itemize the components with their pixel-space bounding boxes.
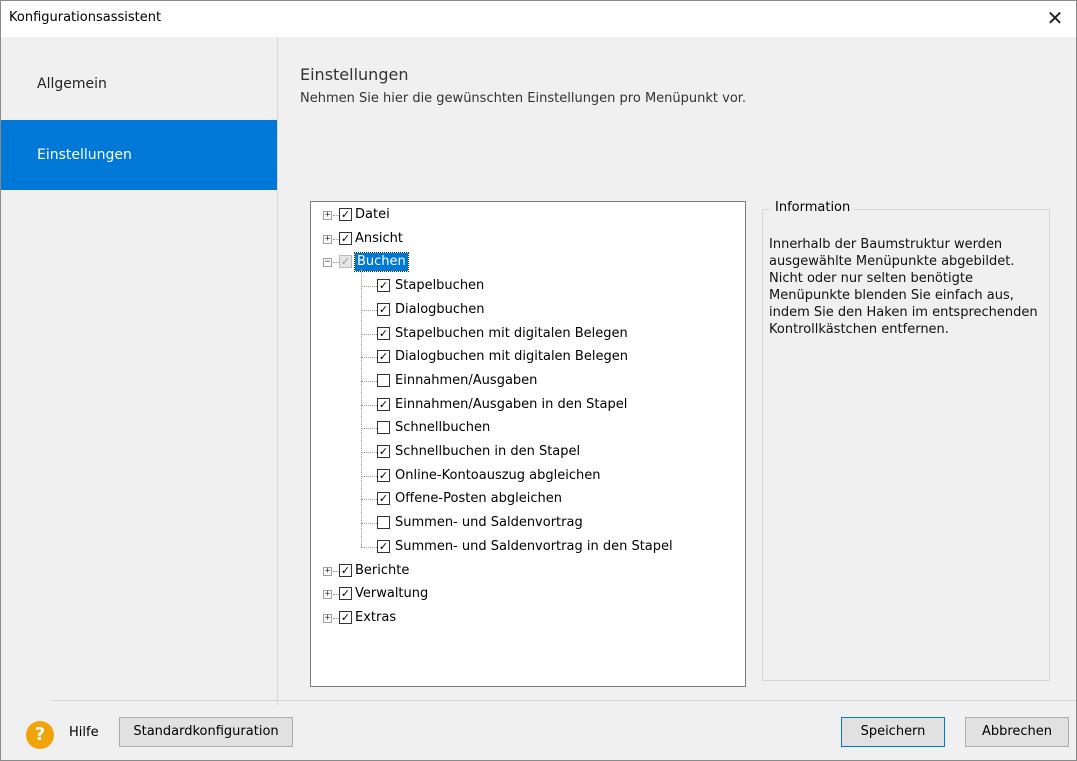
content-panel: Einstellungen Nehmen Sie hier die gewüns…: [278, 37, 1076, 706]
sidebar-item-allgemein[interactable]: Allgemein: [1, 49, 277, 119]
tree-node-label[interactable]: Dialogbuchen: [395, 299, 485, 321]
tree-node-checkbox[interactable]: ✓: [377, 302, 390, 316]
tree-connector: [361, 452, 377, 453]
tree-child-node[interactable]: ✓ Stapelbuchen mit digitalen Belegen: [311, 323, 741, 345]
information-group: Information Innerhalb der Baumstruktur w…: [762, 200, 1050, 681]
tree-node-checkbox[interactable]: ✓: [377, 468, 390, 482]
tree-node-label[interactable]: Schnellbuchen: [395, 417, 490, 439]
tree-node-checkbox[interactable]: ✓: [377, 397, 390, 411]
tree-node-label[interactable]: Offene-Posten abgleichen: [395, 488, 562, 510]
tree-connector: [361, 357, 377, 359]
cancel-button[interactable]: Abbrechen: [965, 717, 1069, 747]
tree-node-label[interactable]: Einnahmen/Ausgaben in den Stapel: [395, 394, 627, 416]
tree-node[interactable]: + ✓ Datei: [311, 204, 741, 226]
tree-node-checkbox[interactable]: ✓: [339, 208, 352, 221]
tree-child-node[interactable]: Summen- und Saldenvortrag: [311, 512, 741, 534]
help-icon[interactable]: ?: [26, 721, 54, 749]
tree-node-checkbox[interactable]: ✓: [377, 350, 390, 364]
tree-node-checkbox[interactable]: ✓: [377, 279, 390, 293]
tree-node-label[interactable]: Summen- und Saldenvortrag in den Stapel: [395, 536, 673, 558]
information-text: Innerhalb der Baumstruktur werden ausgew…: [769, 237, 1038, 337]
tree-node-label[interactable]: Stapelbuchen mit digitalen Belegen: [395, 323, 628, 345]
save-button[interactable]: Speichern: [841, 717, 945, 747]
window-title: Konfigurationsassistent: [9, 10, 162, 25]
tree-child-node[interactable]: Schnellbuchen: [311, 417, 741, 439]
tree-connector: [361, 475, 377, 477]
tree-node-label[interactable]: Berichte: [355, 560, 409, 582]
tree-connector: [361, 309, 377, 311]
tree-node-label[interactable]: Dialogbuchen mit digitalen Belegen: [395, 346, 628, 368]
tree-child-node[interactable]: ✓ Summen- und Saldenvortrag in den Stapel: [311, 536, 741, 558]
tree-node-checkbox[interactable]: ✓: [339, 587, 352, 601]
tree-node-checkbox[interactable]: ✓: [377, 492, 390, 506]
tree-node-checkbox[interactable]: ✓: [377, 445, 390, 458]
tree-child-node[interactable]: ✓ Stapelbuchen: [311, 275, 741, 297]
expand-icon[interactable]: +: [323, 211, 332, 220]
tree-node-label[interactable]: Einnahmen/Ausgaben: [395, 370, 537, 392]
tree-child-node[interactable]: ✓ Dialogbuchen mit digitalen Belegen: [311, 346, 741, 368]
tree-child-node[interactable]: ✓ Dialogbuchen: [311, 299, 741, 321]
tree-node-label[interactable]: Datei: [355, 204, 390, 226]
expand-icon[interactable]: +: [323, 566, 332, 576]
page-title: Einstellungen: [300, 65, 409, 84]
tree-node-label[interactable]: Ansicht: [355, 228, 403, 250]
tree-node-checkbox[interactable]: [377, 373, 390, 387]
tree-node[interactable]: + ✓ Berichte: [311, 560, 741, 582]
tree-node-checkbox[interactable]: [377, 421, 390, 435]
tree-node[interactable]: + ✓ Ansicht: [311, 228, 741, 250]
tree-node-label[interactable]: Extras: [355, 607, 396, 629]
tree-node-checkbox[interactable]: ✓: [339, 255, 352, 269]
expand-icon[interactable]: +: [323, 613, 332, 623]
tree-node-checkbox[interactable]: ✓: [377, 326, 390, 340]
tree-connector: [361, 380, 377, 382]
tree-connector: [361, 333, 377, 335]
tree-node-checkbox[interactable]: ✓: [377, 539, 390, 553]
tree-node-label[interactable]: Stapelbuchen: [395, 275, 484, 297]
tree-node-label[interactable]: Online-Kontoauszug abgleichen: [395, 465, 601, 487]
tree-node[interactable]: + ✓ Extras: [311, 607, 741, 629]
tree-connector: [361, 404, 377, 406]
tree-node-label[interactable]: Buchen: [354, 252, 409, 273]
tree-node[interactable]: − ✓ Buchen: [311, 251, 741, 273]
tree-node-checkbox[interactable]: ✓: [339, 231, 352, 245]
tree-branch-line: [361, 269, 362, 547]
tree-child-node[interactable]: Einnahmen/Ausgaben: [311, 370, 741, 392]
information-legend: Information: [771, 200, 855, 215]
collapse-icon[interactable]: −: [323, 258, 332, 268]
page-subtitle: Nehmen Sie hier die gewünschten Einstell…: [300, 91, 747, 106]
tree-child-node[interactable]: ✓ Schnellbuchen in den Stapel: [311, 441, 741, 463]
tree-connector: [361, 428, 377, 430]
tree-node-checkbox[interactable]: [377, 516, 390, 530]
config-wizard-window: Konfigurationsassistent ✕ Allgemein Eins…: [0, 0, 1077, 761]
help-label[interactable]: Hilfe: [69, 725, 99, 740]
tree-connector: [361, 499, 377, 501]
close-icon[interactable]: ✕: [1042, 5, 1068, 31]
tree-node-label[interactable]: Verwaltung: [355, 583, 428, 605]
tree-child-node[interactable]: ✓ Offene-Posten abgleichen: [311, 488, 741, 510]
tree-connector: [361, 523, 377, 525]
expand-icon[interactable]: +: [323, 590, 332, 600]
tree-node-checkbox[interactable]: ✓: [339, 563, 352, 577]
tree-node-label[interactable]: Summen- und Saldenvortrag: [395, 512, 583, 534]
menu-tree[interactable]: + ✓ Datei + ✓ Ansicht − ✓ Buchen ✓ Stapelbuchen ✓ Di…: [310, 201, 746, 687]
tree-node-label[interactable]: Schnellbuchen in den Stapel: [395, 441, 580, 463]
title-bar: Konfigurationsassistent ✕: [1, 1, 1076, 37]
sidebar: Allgemein Einstellungen: [1, 37, 278, 706]
tree-node[interactable]: + ✓ Verwaltung: [311, 583, 741, 605]
expand-icon[interactable]: +: [323, 234, 332, 244]
footer: ? Hilfe Standardkonfiguration Speichern …: [1, 701, 1076, 760]
sidebar-item-einstellungen[interactable]: Einstellungen: [1, 120, 277, 190]
default-config-button[interactable]: Standardkonfiguration: [119, 717, 293, 747]
tree-child-node[interactable]: ✓ Online-Kontoauszug abgleichen: [311, 465, 741, 487]
tree-node-checkbox[interactable]: ✓: [339, 610, 352, 624]
tree-connector: [361, 546, 377, 548]
tree-child-node[interactable]: ✓ Einnahmen/Ausgaben in den Stapel: [311, 394, 741, 416]
tree-connector: [361, 286, 377, 288]
